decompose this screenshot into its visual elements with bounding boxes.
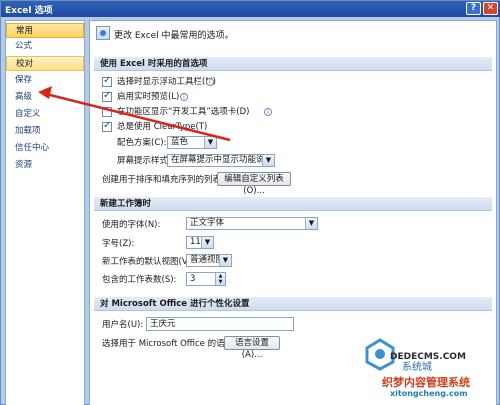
- section-new-workbook-header: 新建工作簿时: [94, 197, 492, 211]
- options-icon: [96, 26, 110, 40]
- watermark-site-cn: 织梦内容管理系统: [382, 376, 470, 389]
- chevron-down-icon: ▼: [201, 237, 213, 248]
- sheet-count-value: 3: [190, 274, 196, 284]
- sidebar-item-advanced[interactable]: 高级: [6, 90, 84, 105]
- sheet-count-stepper[interactable]: 3 ▲ ▼: [186, 272, 226, 286]
- screentip-style-value: 在屏幕提示中显示功能说明: [171, 155, 274, 165]
- default-view-select[interactable]: 普通视图 ▼: [186, 254, 232, 267]
- font-select[interactable]: 正文字体 ▼: [186, 217, 318, 230]
- font-size-label: 字号(Z):: [102, 239, 135, 249]
- checkbox-mini-toolbar[interactable]: [102, 75, 112, 87]
- sidebar-item-addins[interactable]: 加载项: [6, 124, 84, 139]
- font-size-select[interactable]: 11 ▼: [186, 236, 214, 249]
- info-icon: i: [264, 108, 272, 116]
- sheet-count-label: 包含的工作表数(S):: [102, 275, 177, 285]
- chevron-down-icon: ▼: [305, 218, 317, 229]
- color-scheme-select[interactable]: 蓝色 ▼: [167, 136, 217, 149]
- edit-custom-lists-button[interactable]: 编辑自定义列表(O)...: [217, 172, 291, 196]
- checkbox-developer-tab-label: 在功能区显示“开发工具”选项卡(D): [117, 107, 250, 117]
- default-view-label: 新工作表的默认视图(V):: [102, 257, 194, 267]
- help-button[interactable]: ?: [466, 2, 481, 15]
- sidebar: 常用 公式 校对 保存 高级 自定义 加载项 信任中心 资源: [5, 20, 85, 405]
- checkbox-cleartype-label: 总是使用 ClearType(T): [117, 122, 208, 132]
- sidebar-item-customize[interactable]: 自定义: [6, 107, 84, 122]
- spin-arrows-icon[interactable]: ▲ ▼: [215, 273, 225, 285]
- checkbox-live-preview[interactable]: [102, 90, 112, 102]
- font-size-value: 11: [190, 237, 201, 247]
- window-title: Excel 选项: [5, 6, 53, 16]
- sidebar-item-resources[interactable]: 资源: [6, 158, 84, 173]
- checkbox-mini-toolbar-label: 选择时显示浮动工具栏(M): [117, 77, 216, 87]
- close-button[interactable]: ✕: [483, 2, 498, 15]
- screentip-style-select[interactable]: 在屏幕提示中显示功能说明 ▼: [167, 154, 275, 167]
- sidebar-item-formulas[interactable]: 公式: [6, 39, 84, 54]
- font-label: 使用的字体(N):: [102, 220, 161, 230]
- info-icon: i: [180, 93, 188, 101]
- checkbox-live-preview-label: 启用实时预览(L): [117, 92, 180, 102]
- user-name-label: 用户名(U):: [102, 320, 144, 330]
- intro-text: 更改 Excel 中最常用的选项。: [114, 31, 234, 41]
- sidebar-item-save[interactable]: 保存: [6, 73, 84, 88]
- section-personalize-header: 对 Microsoft Office 进行个性化设置: [94, 297, 492, 311]
- chevron-down-icon: ▼: [219, 255, 231, 266]
- chevron-down-icon: ▼: [204, 137, 216, 148]
- font-value: 正文字体: [190, 218, 225, 228]
- chevron-down-icon: ▼: [262, 155, 274, 166]
- watermark-site-url: xitongcheng.com: [390, 389, 468, 398]
- language-label: 选择用于 Microsoft Office 的语言:: [102, 339, 236, 349]
- language-settings-button[interactable]: 语言设置(A)...: [224, 336, 280, 360]
- section-preferences-header: 使用 Excel 时采用的首选项: [94, 57, 492, 71]
- checkbox-developer-tab[interactable]: [102, 107, 112, 117]
- main-panel: 更改 Excel 中最常用的选项。 使用 Excel 时采用的首选项 选择时显示…: [89, 20, 497, 405]
- sidebar-item-proofing[interactable]: 校对: [6, 56, 84, 71]
- checkbox-cleartype[interactable]: [102, 120, 112, 132]
- custom-list-label: 创建用于排序和填充序列的列表:: [102, 175, 224, 185]
- info-icon: i: [206, 78, 214, 86]
- options-window: Excel 选项 ? ✕ 常用 公式 校对 保存 高级 自定义 加载项 信任中心…: [0, 0, 500, 405]
- title-bar: Excel 选项 ? ✕: [1, 1, 500, 17]
- sidebar-item-common[interactable]: 常用: [6, 23, 84, 38]
- watermark-dedecms: DEDECMS.COM: [390, 352, 466, 362]
- user-name-field[interactable]: 王庆元: [146, 317, 294, 331]
- color-scheme-value: 蓝色: [171, 137, 189, 147]
- sidebar-item-trust-center[interactable]: 信任中心: [6, 141, 84, 156]
- color-scheme-label: 配色方案(C):: [117, 138, 167, 148]
